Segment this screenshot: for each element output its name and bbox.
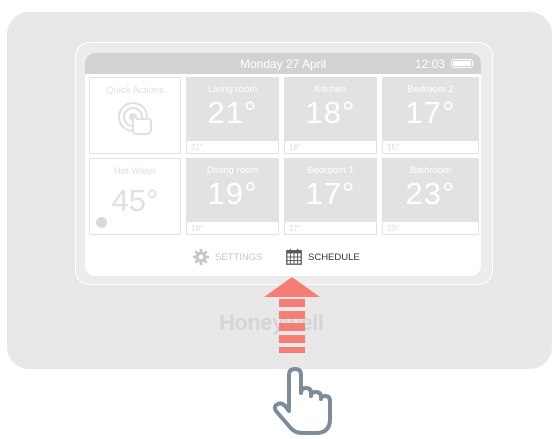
room-setpoint: 17°: [285, 222, 376, 234]
thermostat-screen: Monday 27 April 12:03 Quick Actions Hot …: [85, 53, 481, 276]
touch-icon: [118, 102, 152, 135]
room-temp: 17°: [405, 95, 456, 130]
gear-icon: [192, 248, 210, 266]
pointing-hand-icon: [272, 367, 332, 435]
room-tile-dining-room[interactable]: Dining room 19° 18°: [186, 158, 279, 235]
room-name: Living room: [207, 84, 258, 95]
schedule-button[interactable]: SCHEDULE: [285, 246, 360, 268]
stage: Monday 27 April 12:03 Quick Actions Hot …: [0, 0, 559, 439]
battery-icon: [451, 59, 473, 68]
tile-grid: Quick Actions Hot Water 45° Living room …: [89, 77, 479, 235]
hot-water-status-dot: [96, 217, 107, 228]
room-name: Dining room: [206, 165, 259, 176]
up-arrow-icon: [264, 277, 320, 353]
room-tile-living-room[interactable]: Living room 21° 21°: [186, 77, 279, 154]
hot-water-temp: 45°: [111, 183, 159, 218]
status-bar: Monday 27 April 12:03: [85, 53, 481, 74]
time-display: 12:03: [414, 57, 445, 71]
room-tile-bedroom-2[interactable]: Bedroom 2 17° 15°: [382, 77, 479, 154]
room-setpoint: 18°: [187, 222, 278, 234]
room-tile-bathroom[interactable]: Bathroom 23° 23°: [382, 158, 479, 235]
calendar-icon: [286, 248, 302, 265]
room-setpoint: 18°: [285, 141, 376, 153]
room-tile-kitchen[interactable]: Kitchen 18° 18°: [284, 77, 377, 154]
room-temp: 18°: [305, 95, 356, 130]
hot-water-label: Hot Water: [113, 166, 157, 177]
hot-water-tile[interactable]: Hot Water 45°: [89, 158, 181, 235]
quick-actions-tile[interactable]: Quick Actions: [89, 77, 181, 154]
room-setpoint: 15°: [383, 141, 478, 153]
room-temp: 17°: [305, 176, 356, 211]
room-name: Kitchen: [314, 84, 347, 95]
room-name: Bedroom 2: [407, 84, 454, 95]
room-name: Bedroom 1: [307, 165, 354, 176]
settings-label: SETTINGS: [215, 251, 263, 263]
room-setpoint: 21°: [187, 141, 278, 153]
schedule-label: SCHEDULE: [308, 251, 360, 263]
room-temp: 21°: [207, 95, 258, 130]
settings-button[interactable]: SETTINGS: [192, 246, 263, 268]
room-tile-bedroom-1[interactable]: Bedroom 1 17° 17°: [284, 158, 377, 235]
room-name: Bathroom: [409, 165, 452, 176]
quick-actions-label: Quick Actions: [106, 85, 164, 96]
room-temp: 19°: [207, 176, 258, 211]
room-temp: 23°: [405, 176, 456, 211]
bottom-nav: SETTINGS SCHEDULE: [85, 243, 481, 271]
room-setpoint: 23°: [383, 222, 478, 234]
